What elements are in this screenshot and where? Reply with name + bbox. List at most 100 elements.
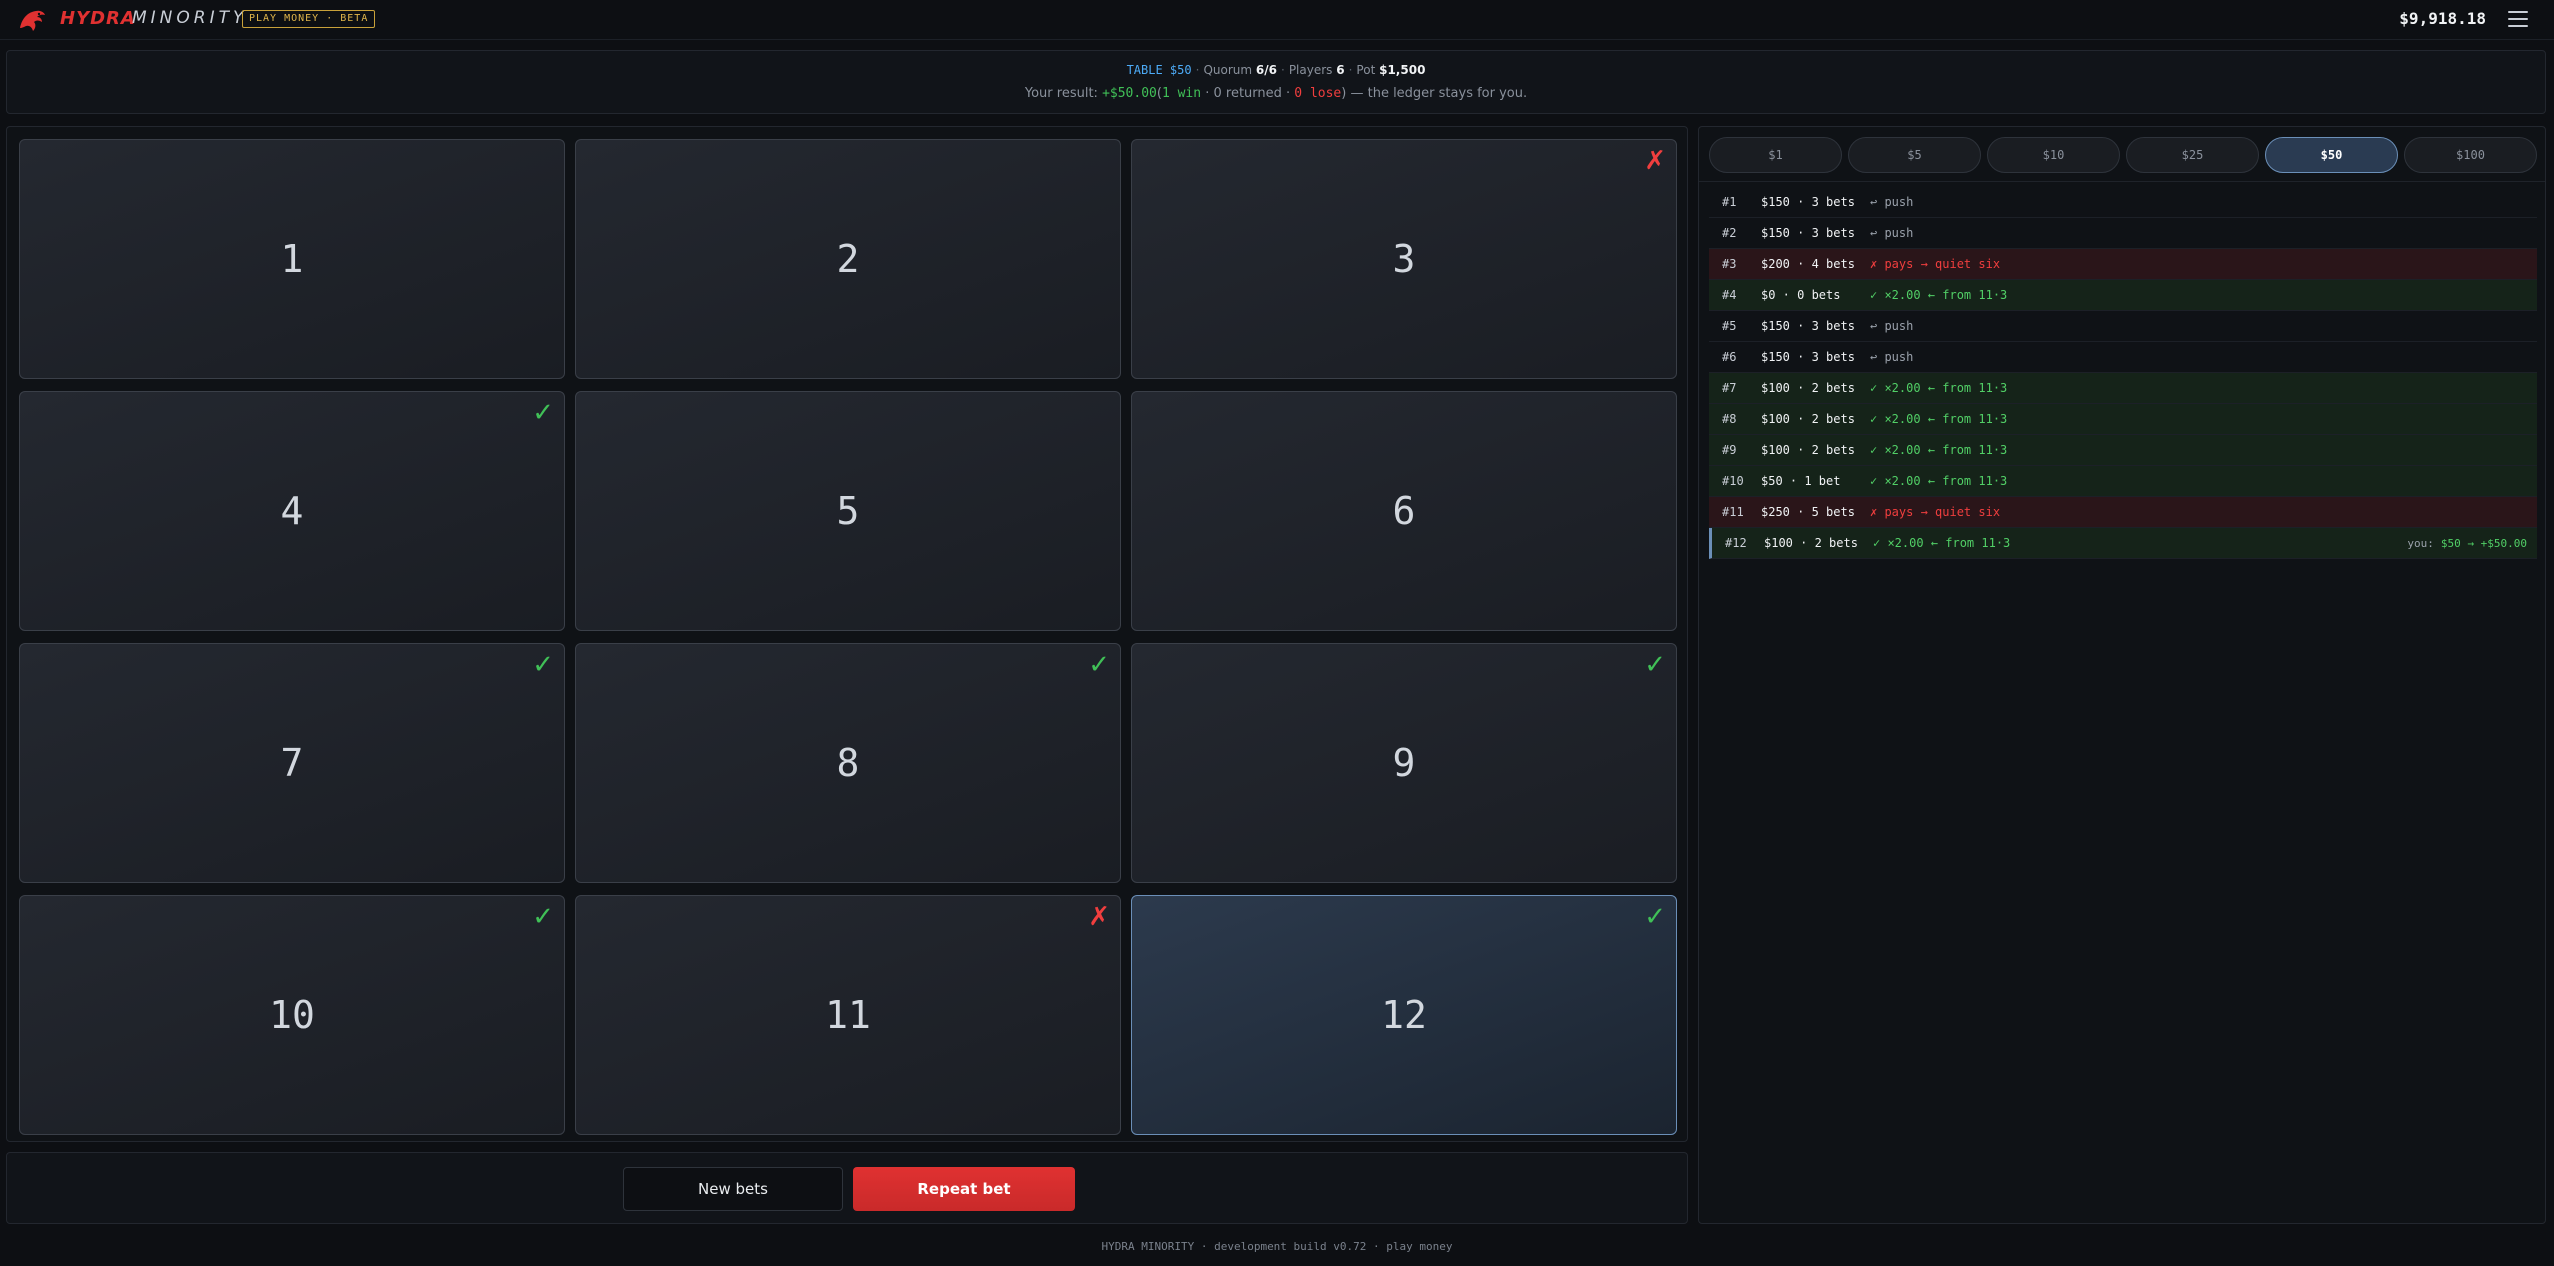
stake-tab[interactable]: $10	[1987, 137, 2120, 173]
round-result: ↩ push	[1870, 350, 1914, 364]
stake-tab[interactable]: $1	[1709, 137, 1842, 173]
cell-number: 6	[1392, 489, 1416, 533]
cell-number: 9	[1392, 741, 1416, 785]
round-amount: $150 · 3 bets	[1761, 226, 1855, 240]
brand-name: HYDRA	[60, 8, 136, 29]
your-payout-value: $50 → +$50.00	[2440, 536, 2527, 550]
round-result: ↩ push	[1870, 195, 1914, 209]
ledger-row[interactable]: #12 $100 · 2 bets ✓ ×2.00 ← from 11·3 you: $…	[1709, 528, 2537, 559]
grid-cell-4[interactable]: 4 ✓	[19, 391, 565, 631]
round-id: #10	[1722, 474, 1744, 488]
round-amount: $250 · 5 bets	[1761, 505, 1855, 519]
check-icon: ✓	[1644, 902, 1666, 932]
ledger-panel: $1 $5 $10 $25 $50 $100 #1 $150 · 3 bets ↩ push #…	[1698, 126, 2546, 1224]
grid-cell-8[interactable]: 8 ✓	[575, 643, 1121, 883]
cell-number: 1	[280, 237, 304, 281]
check-icon: ✓	[1644, 650, 1666, 680]
ledger-row[interactable]: #2 $150 · 3 bets ↩ push	[1709, 218, 2537, 249]
round-id: #8	[1722, 412, 1737, 426]
round-amount: $100 · 2 bets	[1764, 536, 1858, 550]
grid-cell-2[interactable]: 2	[575, 139, 1121, 379]
brand-subtitle: MINORITY	[132, 8, 248, 28]
round-result: ✓ ×2.00 ← from 11·3	[1870, 412, 2008, 426]
result-amount: +$50.00	[1102, 86, 1157, 101]
ledger-row[interactable]: #11 $250 · 5 bets ✗ pays → quiet six	[1709, 497, 2537, 528]
grid-cell-6[interactable]: 6	[1131, 391, 1677, 631]
ledger-row[interactable]: #8 $100 · 2 bets ✓ ×2.00 ← from 11·3	[1709, 404, 2537, 435]
round-amount: $150 · 3 bets	[1761, 195, 1855, 209]
stake-tab[interactable]: $25	[2126, 137, 2259, 173]
check-icon: ✓	[1088, 650, 1110, 680]
top-bar: HYDRA MINORITY PLAY MONEY · BETA $9,918.…	[0, 0, 2554, 40]
check-icon: ✓	[532, 902, 554, 932]
round-amount: $100 · 2 bets	[1761, 443, 1855, 457]
result-lose-count: 0 lose	[1294, 86, 1342, 101]
ledger-list: #1 $150 · 3 bets ↩ push #2 $150 · 3 bets ↩ pu…	[1709, 187, 2537, 559]
grid-cell-7[interactable]: 7 ✓	[19, 643, 565, 883]
round-result: ✗ pays → quiet six	[1870, 505, 2001, 519]
ledger-row[interactable]: #3 $200 · 4 bets ✗ pays → quiet six	[1709, 249, 2537, 280]
pot-label: Pot	[1356, 63, 1376, 77]
action-bar: New bets Repeat bet	[6, 1152, 1688, 1224]
quorum-value: 6/6	[1255, 63, 1277, 77]
round-amount: $150 · 3 bets	[1761, 319, 1855, 333]
round-result: ✓ ×2.00 ← from 11·3	[1873, 536, 2011, 550]
round-amount: $50 · 1 bet	[1761, 474, 1841, 488]
divider	[1699, 181, 2545, 182]
stake-tab[interactable]: $50	[2265, 137, 2398, 173]
round-id: #6	[1722, 350, 1737, 364]
grid-cell-3[interactable]: 3 ✗	[1131, 139, 1677, 379]
ledger-row[interactable]: #6 $150 · 3 bets ↩ push	[1709, 342, 2537, 373]
check-icon: ✓	[532, 398, 554, 428]
pot-value: $1,500	[1379, 63, 1426, 77]
round-result: ✓ ×2.00 ← from 11·3	[1870, 381, 2008, 395]
round-result: ↩ push	[1870, 226, 1914, 240]
round-id: #2	[1722, 226, 1737, 240]
round-result: ✓ ×2.00 ← from 11·3	[1870, 474, 2008, 488]
cross-icon: ✗	[1088, 902, 1110, 932]
number-grid: 1 2 3 ✗ 4 ✓ 5 6 7 ✓ 8 ✓ 9 ✓ 10 ✓ 11 ✗ 12 ✓	[6, 126, 1688, 1142]
table-info-bar: TABLE $50 · Quorum 6/6 · Players 6 · Pot $1,50…	[6, 50, 2546, 114]
result-prefix: Your result:	[1024, 86, 1098, 101]
cell-number: 4	[280, 489, 304, 533]
round-id: #12	[1725, 536, 1747, 550]
grid-cell-12[interactable]: 12 ✓	[1131, 895, 1677, 1135]
result-returned-count: · 0 returned ·	[1205, 86, 1291, 101]
ledger-row[interactable]: #5 $150 · 3 bets ↩ push	[1709, 311, 2537, 342]
round-id: #5	[1722, 319, 1737, 333]
new-bets-button[interactable]: New bets	[623, 1167, 843, 1211]
round-result: ✗ pays → quiet six	[1870, 257, 2001, 271]
ledger-row[interactable]: #10 $50 · 1 bet ✓ ×2.00 ← from 11·3	[1709, 466, 2537, 497]
menu-icon[interactable]	[2508, 8, 2528, 30]
repeat-bet-button[interactable]: Repeat bet	[853, 1167, 1075, 1211]
table-stats: TABLE $50 · Quorum 6/6 · Players 6 · Pot $1,50…	[1126, 63, 1426, 77]
round-amount: $0 · 0 bets	[1761, 288, 1841, 302]
balance: $9,918.18	[2399, 9, 2486, 28]
players-value: 6	[1336, 63, 1345, 77]
grid-cell-10[interactable]: 10 ✓	[19, 895, 565, 1135]
ledger-row[interactable]: #1 $150 · 3 bets ↩ push	[1709, 187, 2537, 218]
ledger-row[interactable]: #7 $100 · 2 bets ✓ ×2.00 ← from 11·3	[1709, 373, 2537, 404]
cell-number: 5	[836, 489, 860, 533]
table-label: TABLE $50	[1126, 63, 1192, 77]
cell-number: 11	[825, 993, 871, 1037]
result-summary: Your result: +$50.00(1 win · 0 returned …	[7, 86, 2545, 101]
grid-cell-11[interactable]: 11 ✗	[575, 895, 1121, 1135]
round-id: #4	[1722, 288, 1737, 302]
grid-cell-1[interactable]: 1	[19, 139, 565, 379]
beta-badge: PLAY MONEY · BETA	[242, 10, 376, 28]
ledger-row[interactable]: #9 $100 · 2 bets ✓ ×2.00 ← from 11·3	[1709, 435, 2537, 466]
stake-tab[interactable]: $5	[1848, 137, 1981, 173]
round-result: ✓ ×2.00 ← from 11·3	[1870, 288, 2008, 302]
grid-cell-5[interactable]: 5	[575, 391, 1121, 631]
round-id: #7	[1722, 381, 1737, 395]
round-id: #11	[1722, 505, 1744, 519]
ledger-row[interactable]: #4 $0 · 0 bets ✓ ×2.00 ← from 11·3	[1709, 280, 2537, 311]
round-result: ✓ ×2.00 ← from 11·3	[1870, 443, 2008, 457]
grid-cell-9[interactable]: 9 ✓	[1131, 643, 1677, 883]
round-id: #1	[1722, 195, 1737, 209]
cross-icon: ✗	[1644, 146, 1666, 176]
stake-tab[interactable]: $100	[2404, 137, 2537, 173]
cell-number: 3	[1392, 237, 1416, 281]
round-amount: $100 · 2 bets	[1761, 412, 1855, 426]
